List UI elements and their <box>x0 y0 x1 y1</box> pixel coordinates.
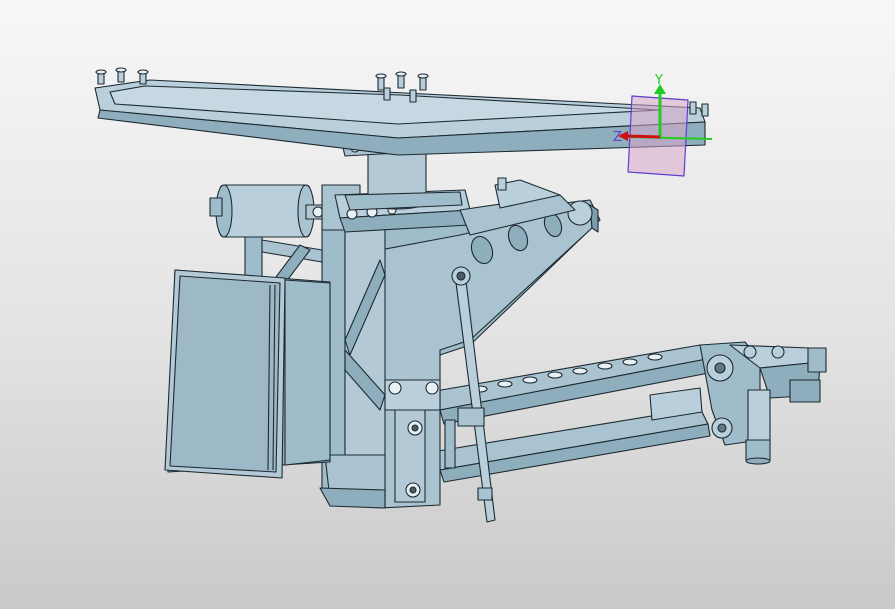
control-box[interactable] <box>164 269 331 479</box>
swing-arm-assembly[interactable] <box>429 341 827 483</box>
3d-viewport[interactable]: Y Z <box>0 0 895 609</box>
z-axis-line <box>624 134 661 139</box>
z-axis-label: Z <box>613 130 622 145</box>
cad-model-view[interactable]: Y Z <box>0 0 895 609</box>
y-axis-label: Y <box>654 73 663 88</box>
motor-cylinder[interactable] <box>209 184 337 238</box>
